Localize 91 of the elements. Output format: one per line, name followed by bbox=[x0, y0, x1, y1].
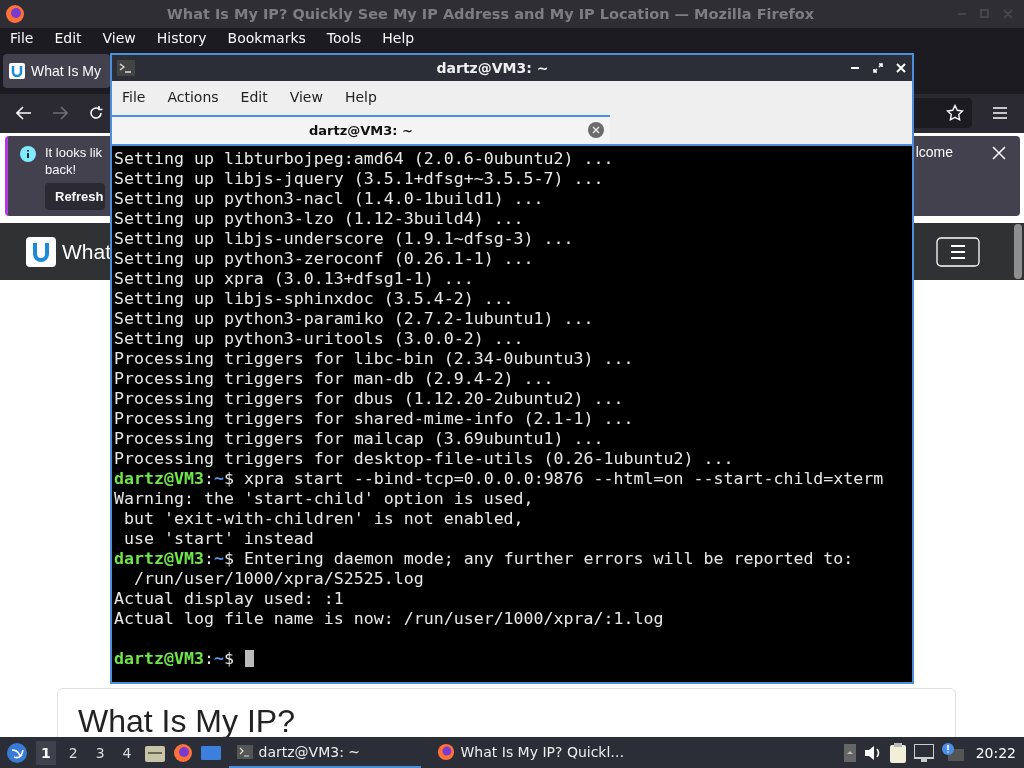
menu-item[interactable]: Edit bbox=[54, 30, 82, 47]
menu-item[interactable]: View bbox=[289, 89, 323, 105]
output-line: Processing triggers for man-db (2.9.4-2) ... bbox=[114, 369, 555, 389]
output-line: /run/user/1000/xpra/S2525.log bbox=[132, 569, 425, 589]
info-icon bbox=[20, 145, 36, 162]
output-line: Setting up python3-uritools (3.0.0-2) ... bbox=[114, 329, 525, 349]
output-line: Processing triggers for dbus (1.12.20-2ubuntu2) ... bbox=[114, 389, 625, 409]
menu-item[interactable]: Tools bbox=[326, 30, 362, 47]
output-line: Setting up libturbojpeg:amd64 (2.0.6-0ubuntu2) ... bbox=[114, 149, 615, 169]
output-line: Setting up libjs-sphinxdoc (3.5.4-2) ... bbox=[114, 289, 515, 309]
menu-item[interactable]: Edit bbox=[240, 89, 268, 105]
notification-text: It looks lik bbox=[45, 143, 103, 161]
prompt-separator: : bbox=[203, 469, 214, 488]
maximize-icon[interactable] bbox=[873, 63, 883, 73]
command-text: Entering daemon mode; any further errors will be reported to: bbox=[243, 549, 854, 568]
output-line: Actual log file name is now: /run/user/1000/xpra/:1.log bbox=[114, 609, 665, 629]
output-line: use 'start' instead bbox=[123, 529, 315, 549]
menu-item[interactable]: File bbox=[122, 89, 146, 105]
menu-item[interactable]: Bookmarks bbox=[227, 30, 306, 47]
close-icon[interactable] bbox=[992, 145, 1006, 160]
output-line: Setting up python3-nacl (1.4.0-1build1) ... bbox=[114, 189, 545, 209]
workspace-button[interactable]: 2 bbox=[63, 740, 83, 765]
terminal-icon bbox=[117, 60, 135, 76]
workspace-button[interactable]: 1 bbox=[36, 740, 56, 765]
desktop-icon[interactable] bbox=[200, 743, 221, 762]
output-line: Setting up python3-paramiko (2.7.2-1ubuntu1) ... bbox=[114, 309, 595, 329]
firefox-icon[interactable] bbox=[172, 742, 193, 763]
menu-item[interactable]: History bbox=[156, 30, 207, 47]
workspace-button[interactable]: 4 bbox=[117, 740, 137, 765]
prompt-host: dartz@VM3 bbox=[114, 649, 204, 668]
browser-tab[interactable]: What Is My bbox=[3, 54, 110, 89]
output-line: but 'exit-with-children' is not enabled, bbox=[123, 509, 525, 529]
prompt-path: ~ bbox=[213, 469, 224, 488]
clipboard-icon[interactable] bbox=[889, 742, 906, 763]
refresh-button[interactable]: Refresh bbox=[45, 182, 106, 210]
output-line: Warning: the 'start-child' option is used, bbox=[114, 489, 535, 509]
menu-item[interactable]: Help bbox=[344, 89, 377, 105]
output-line: Setting up libjs-underscore (1.9.1~dfsg-3) ... bbox=[114, 229, 575, 249]
menu-icon[interactable] bbox=[992, 106, 1008, 121]
page-heading: What Is My IP? bbox=[78, 703, 296, 740]
command-text: xpra start --bind-tcp=0.0.0.0:9876 --html=on --start-child=xterm bbox=[243, 469, 884, 488]
output-line: Processing triggers for mailcap (3.69ubuntu1) ... bbox=[114, 429, 605, 449]
menu-item[interactable]: Actions bbox=[167, 89, 219, 105]
close-icon[interactable] bbox=[896, 63, 906, 73]
menu-item[interactable]: View bbox=[102, 30, 136, 47]
tray-expand-icon[interactable] bbox=[843, 743, 856, 762]
window-title: dartz@VM3: ~ bbox=[435, 60, 550, 76]
prompt-symbol: $ bbox=[223, 469, 234, 488]
reload-icon[interactable] bbox=[88, 105, 104, 122]
prompt-host: dartz@VM3 bbox=[114, 469, 204, 488]
prompt-symbol: $ bbox=[223, 649, 234, 668]
output-line: Setting up xpra (3.0.13+dfsg1-1) ... bbox=[114, 269, 475, 289]
output-line: Processing triggers for desktop-file-utils (0.26-1ubuntu2) ... bbox=[114, 449, 735, 469]
prompt-separator: : bbox=[203, 649, 214, 668]
site-logo-icon bbox=[9, 63, 25, 80]
firefox-icon bbox=[5, 4, 25, 25]
back-icon[interactable] bbox=[16, 106, 32, 121]
forward-icon[interactable] bbox=[52, 106, 68, 121]
menu-item[interactable]: Help bbox=[382, 30, 415, 47]
site-brand[interactable]: What bbox=[62, 239, 111, 264]
terminal-tab[interactable]: dartz@VM3: ~ bbox=[112, 115, 610, 144]
output-line: Processing triggers for shared-mime-info (2.1-1) ... bbox=[114, 409, 635, 429]
notification-icon[interactable] bbox=[941, 742, 964, 763]
workspace-button[interactable]: 3 bbox=[90, 740, 110, 765]
output-line: Setting up python3-zeroconf (0.26.1-1) ... bbox=[114, 249, 535, 269]
task-button[interactable]: dartz@VM3: ~ bbox=[228, 737, 421, 768]
prompt-symbol: $ bbox=[223, 549, 234, 568]
task-button[interactable]: What Is My IP? Quickl… bbox=[428, 737, 633, 768]
prompt-path: ~ bbox=[213, 649, 224, 668]
prompt-separator: : bbox=[203, 549, 214, 568]
output-line: Actual display used: :1 bbox=[114, 589, 345, 609]
volume-icon[interactable] bbox=[863, 744, 882, 761]
output-line: Setting up libjs-jquery (3.5.1+dfsg+~3.5.5-7) ... bbox=[114, 169, 605, 189]
notification-text: lcome bbox=[915, 143, 953, 160]
window-controls-icon bbox=[956, 8, 1016, 21]
prompt-host: dartz@VM3 bbox=[114, 549, 204, 568]
notification-text: back! bbox=[45, 160, 77, 178]
firefox-icon bbox=[436, 742, 455, 761]
site-logo-icon[interactable] bbox=[26, 236, 56, 267]
terminal-icon bbox=[236, 744, 253, 759]
prompt-path: ~ bbox=[213, 549, 224, 568]
folder-icon[interactable] bbox=[144, 743, 165, 762]
menu-icon[interactable] bbox=[936, 236, 980, 267]
output-line: Setting up python3-lzo (1.12-3build4) ... bbox=[114, 209, 525, 229]
scrollbar[interactable] bbox=[1014, 224, 1022, 279]
window-title: What Is My IP? Quickly See My IP Address and My IP Location — Mozilla Firefox bbox=[165, 6, 816, 23]
start-menu-icon[interactable] bbox=[6, 741, 28, 764]
clock: 20:22 bbox=[975, 744, 1016, 761]
output-line: Processing triggers for libc-bin (2.34-0ubuntu3) ... bbox=[114, 349, 635, 369]
star-icon[interactable] bbox=[946, 104, 964, 123]
menu-item[interactable]: File bbox=[10, 30, 34, 47]
